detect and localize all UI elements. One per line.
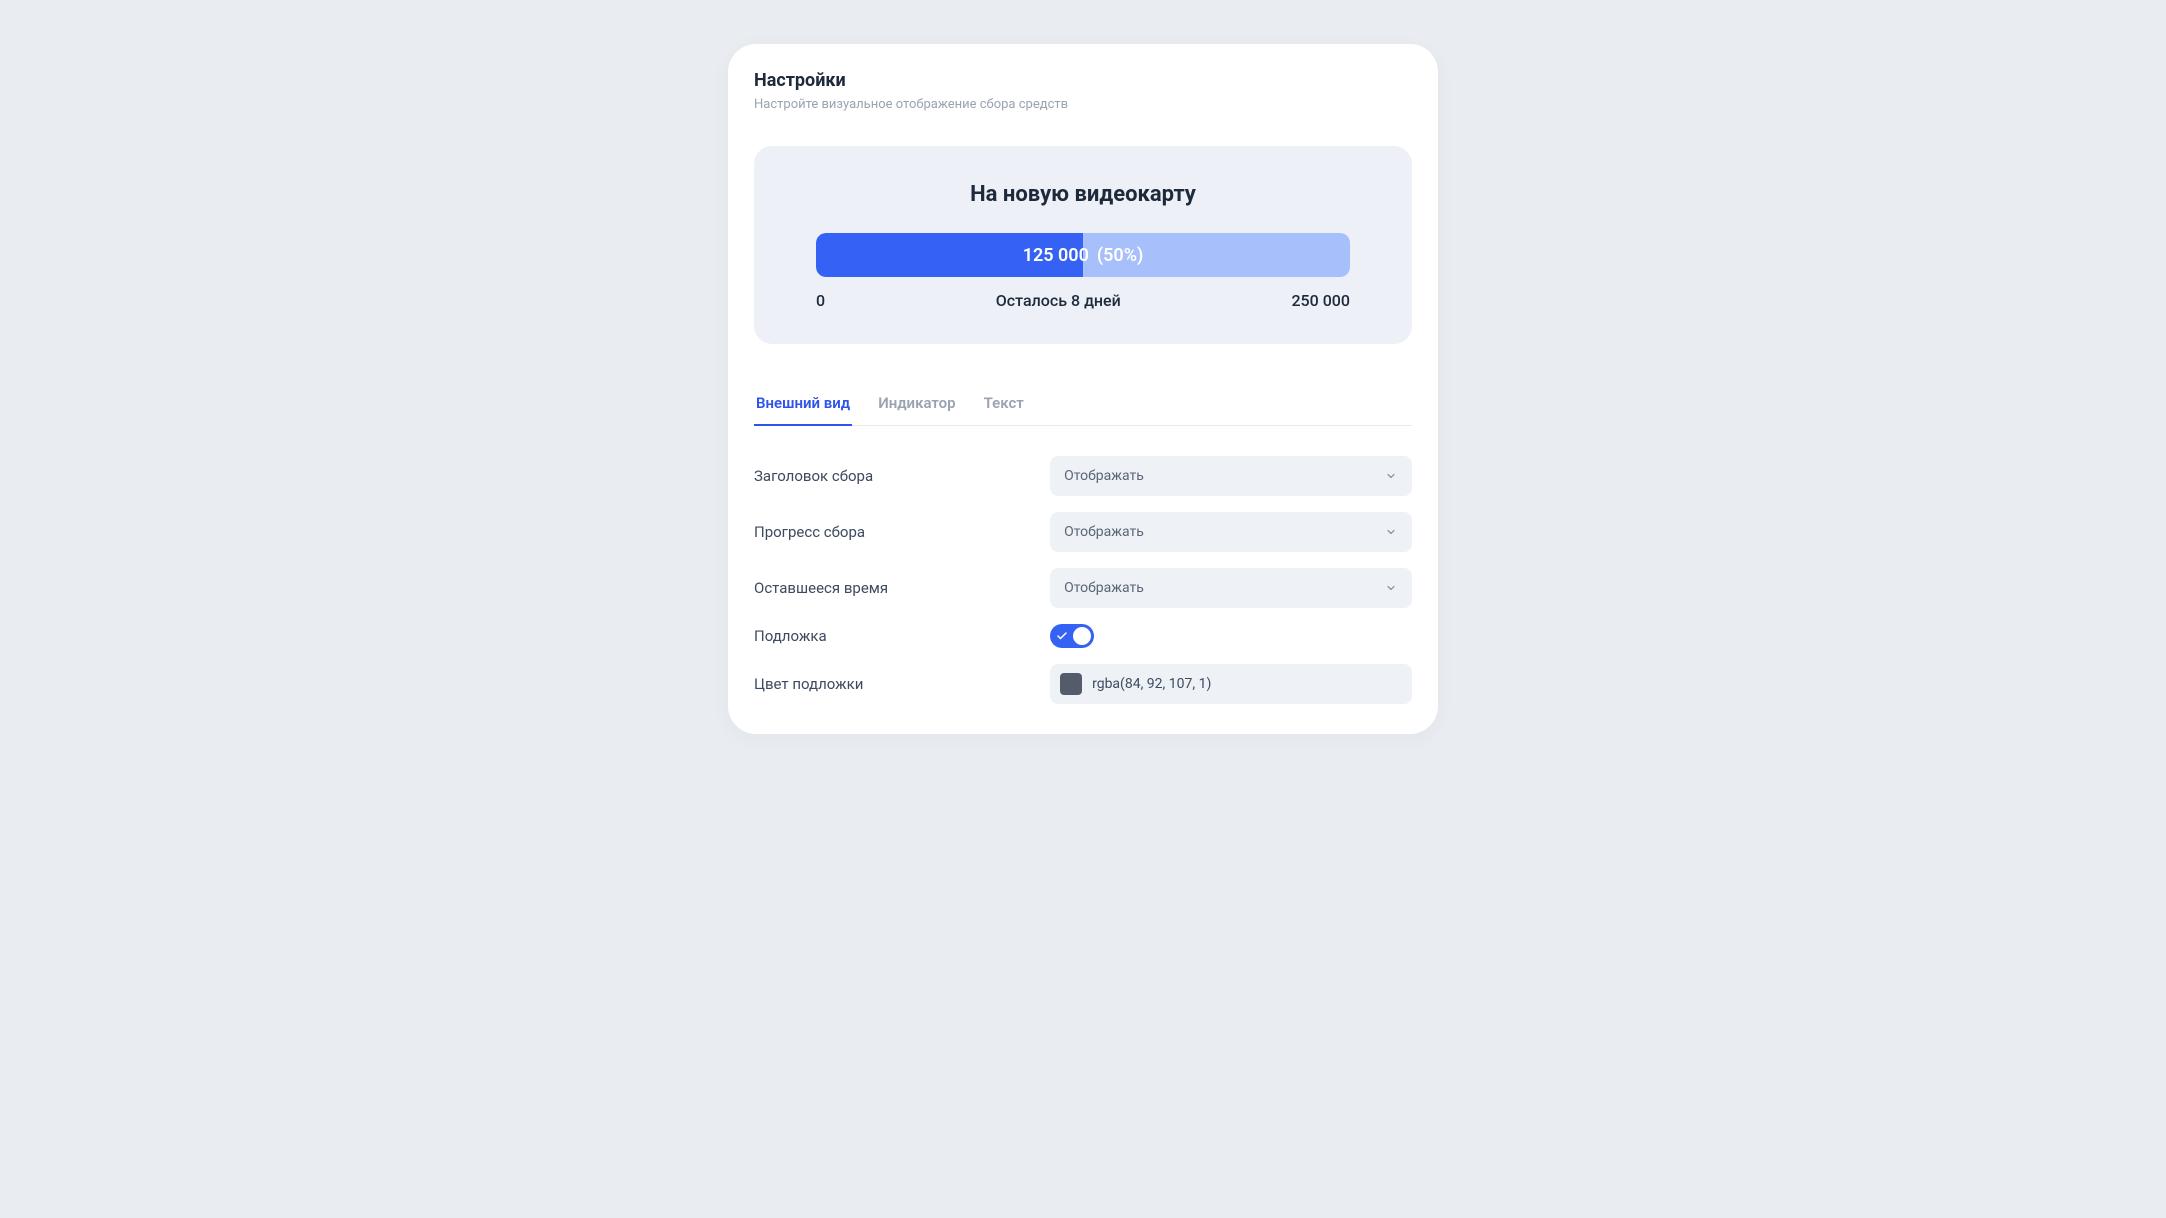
check-icon — [1056, 630, 1068, 642]
chevron-down-icon — [1384, 525, 1398, 539]
toggle-backing[interactable] — [1050, 624, 1094, 648]
progress-percent: (50%) — [1097, 245, 1143, 266]
tab-text[interactable]: Текст — [982, 386, 1026, 426]
progress-max: 250 000 — [1291, 291, 1350, 310]
page-title: Настройки — [754, 70, 1412, 91]
row-backing: Подложка — [754, 624, 1412, 648]
label-time: Оставшееся время — [754, 579, 1050, 597]
preview-panel: На новую видеокарту 125 000 (50%) 0 Оста… — [754, 146, 1412, 344]
select-progress-value: Отображать — [1064, 524, 1144, 540]
progress-min: 0 — [816, 291, 825, 310]
label-progress: Прогресс сбора — [754, 523, 1050, 541]
chevron-down-icon — [1384, 469, 1398, 483]
chevron-down-icon — [1384, 581, 1398, 595]
label-title: Заголовок сбора — [754, 467, 1050, 485]
progress-amount: 125 000 — [1023, 245, 1089, 266]
tab-indicator[interactable]: Индикатор — [876, 386, 957, 426]
color-value: rgba(84, 92, 107, 1) — [1092, 676, 1211, 692]
row-title: Заголовок сбора Отображать — [754, 456, 1412, 496]
progress-meta: 0 Осталось 8 дней 250 000 — [816, 291, 1350, 310]
page-subtitle: Настройте визуальное отображение сбора с… — [754, 97, 1412, 112]
row-progress: Прогресс сбора Отображать — [754, 512, 1412, 552]
row-time: Оставшееся время Отображать — [754, 568, 1412, 608]
toggle-knob — [1073, 627, 1091, 645]
progress-bar: 125 000 (50%) — [816, 233, 1350, 277]
select-progress[interactable]: Отображать — [1050, 512, 1412, 552]
tabs: Внешний вид Индикатор Текст — [754, 386, 1412, 426]
color-swatch — [1060, 673, 1082, 695]
progress-bar-label: 125 000 (50%) — [816, 233, 1350, 277]
color-backing[interactable]: rgba(84, 92, 107, 1) — [1050, 664, 1412, 704]
select-time-value: Отображать — [1064, 580, 1144, 596]
progress-remaining: Осталось 8 дней — [996, 291, 1121, 310]
settings-card: Настройки Настройте визуальное отображен… — [728, 44, 1438, 734]
tab-appearance[interactable]: Внешний вид — [754, 386, 852, 426]
preview-title: На новую видеокарту — [816, 182, 1350, 207]
row-backing-color: Цвет подложки rgba(84, 92, 107, 1) — [754, 664, 1412, 704]
select-title-value: Отображать — [1064, 468, 1144, 484]
label-backing-color: Цвет подложки — [754, 675, 1050, 693]
label-backing: Подложка — [754, 627, 1050, 645]
select-time[interactable]: Отображать — [1050, 568, 1412, 608]
select-title[interactable]: Отображать — [1050, 456, 1412, 496]
